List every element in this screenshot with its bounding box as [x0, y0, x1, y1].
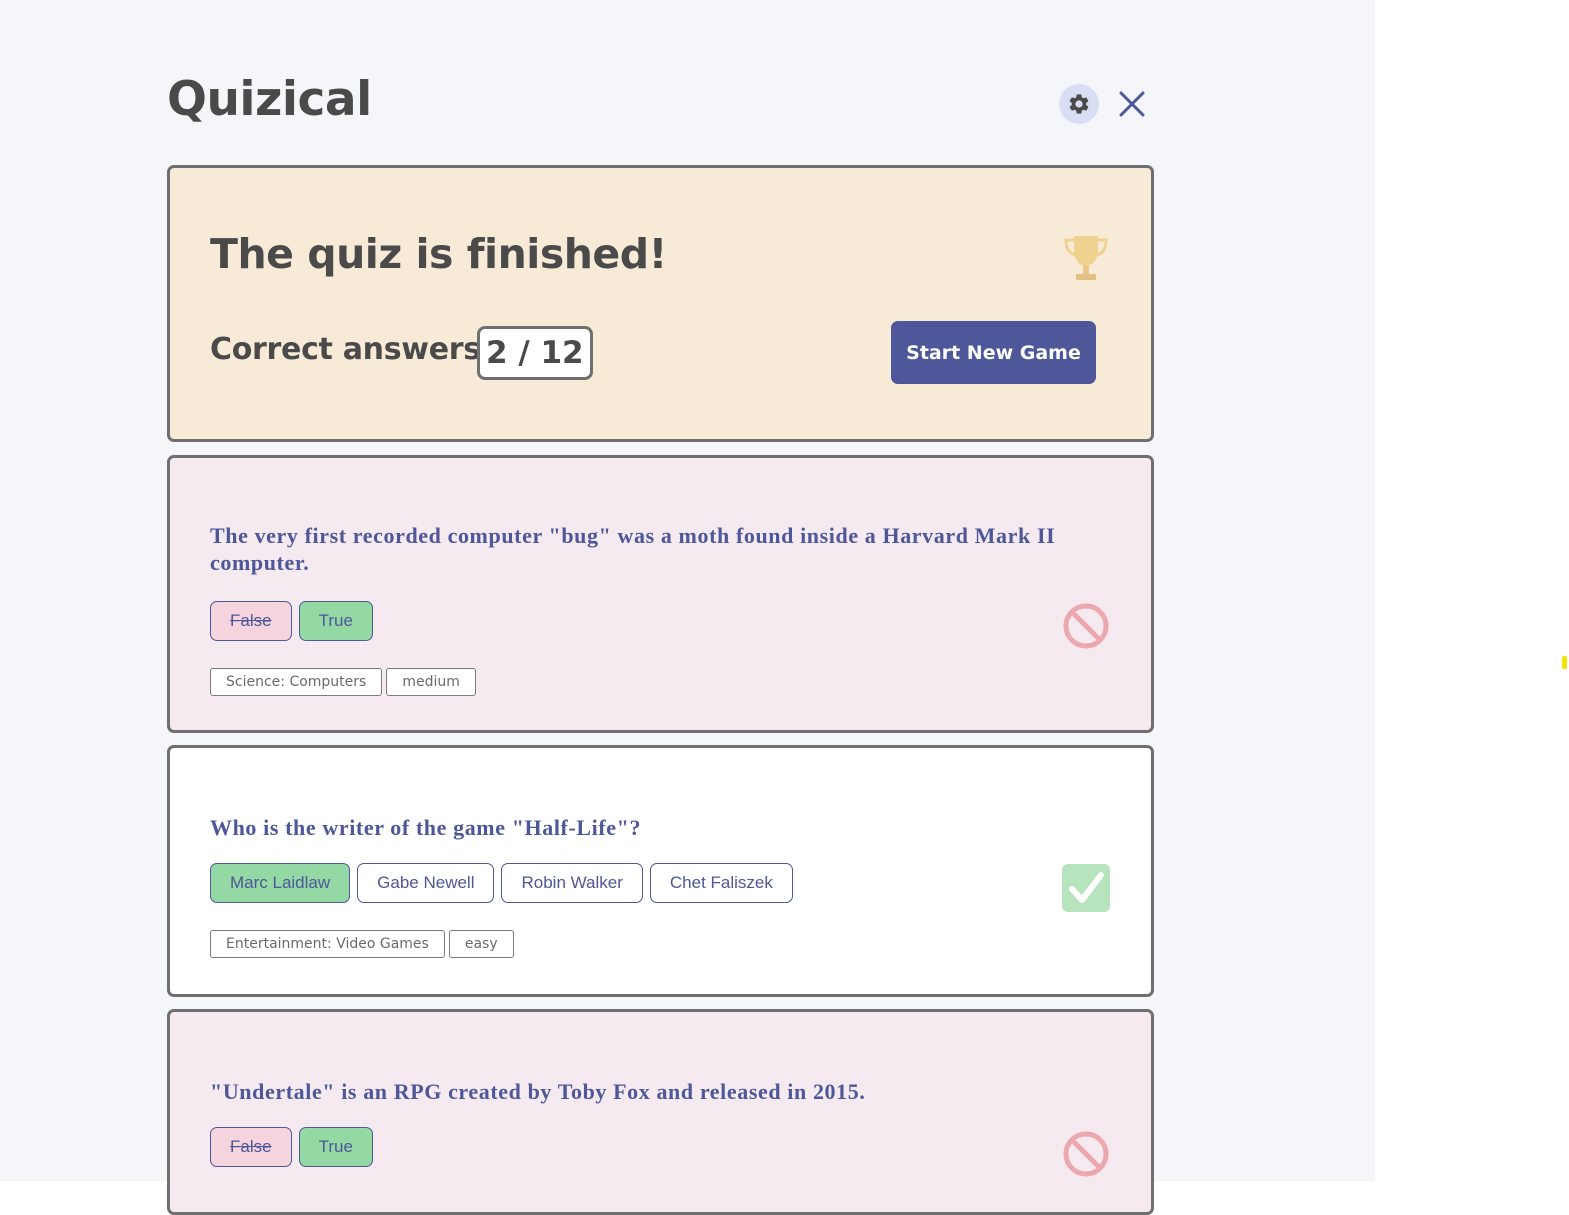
settings-button[interactable] — [1059, 84, 1099, 124]
scroll-marker — [1562, 656, 1567, 669]
difficulty-tag: medium — [386, 668, 476, 696]
question-card: "Undertale" is an RPG created by Toby Fo… — [167, 1009, 1154, 1215]
category-tag: Science: Computers — [210, 668, 383, 696]
answer-option[interactable]: False — [210, 1127, 292, 1167]
question-text: "Undertale" is an RPG created by Toby Fo… — [210, 1079, 866, 1104]
prohibited-icon — [1063, 603, 1109, 649]
tag-list: Science: Computers medium — [210, 668, 476, 696]
score-label: Correct answers: — [210, 332, 493, 367]
question-text: The very first recorded computer "bug" w… — [210, 523, 1056, 575]
answer-option[interactable]: False — [210, 601, 292, 641]
answer-list: False True — [210, 601, 373, 641]
tag-list: Entertainment: Video Games easy — [210, 930, 514, 958]
app-title: Quizical — [167, 72, 372, 127]
start-new-game-button[interactable]: Start New Game — [891, 321, 1096, 384]
score-value: 2 / 12 — [477, 326, 593, 380]
question-card: The very first recorded computer "bug" w… — [167, 455, 1154, 733]
check-mark-icon — [1062, 864, 1110, 912]
answer-option[interactable]: Marc Laidlaw — [210, 863, 351, 903]
answer-option[interactable]: True — [298, 601, 373, 641]
prohibited-icon — [1063, 1131, 1109, 1177]
answer-option[interactable]: Gabe Newell — [357, 863, 495, 903]
question-text: Who is the writer of the game "Half-Life… — [210, 815, 642, 840]
gear-icon — [1069, 94, 1089, 114]
category-tag: Entertainment: Video Games — [210, 930, 445, 958]
question-card: Who is the writer of the game "Half-Life… — [167, 745, 1154, 997]
close-button[interactable] — [1114, 86, 1150, 122]
difficulty-tag: easy — [448, 930, 514, 958]
answer-option[interactable]: Robin Walker — [501, 863, 643, 903]
close-icon — [1119, 91, 1145, 117]
answer-option[interactable]: True — [298, 1127, 373, 1167]
finished-title: The quiz is finished! — [210, 230, 667, 278]
answer-list: Marc Laidlaw Gabe Newell Robin Walker Ch… — [210, 863, 793, 903]
answer-list: False True — [210, 1127, 373, 1167]
result-card: The quiz is finished! Correct answers: 2… — [167, 165, 1154, 442]
trophy-icon — [1064, 236, 1108, 280]
answer-option[interactable]: Chet Faliszek — [649, 863, 793, 903]
